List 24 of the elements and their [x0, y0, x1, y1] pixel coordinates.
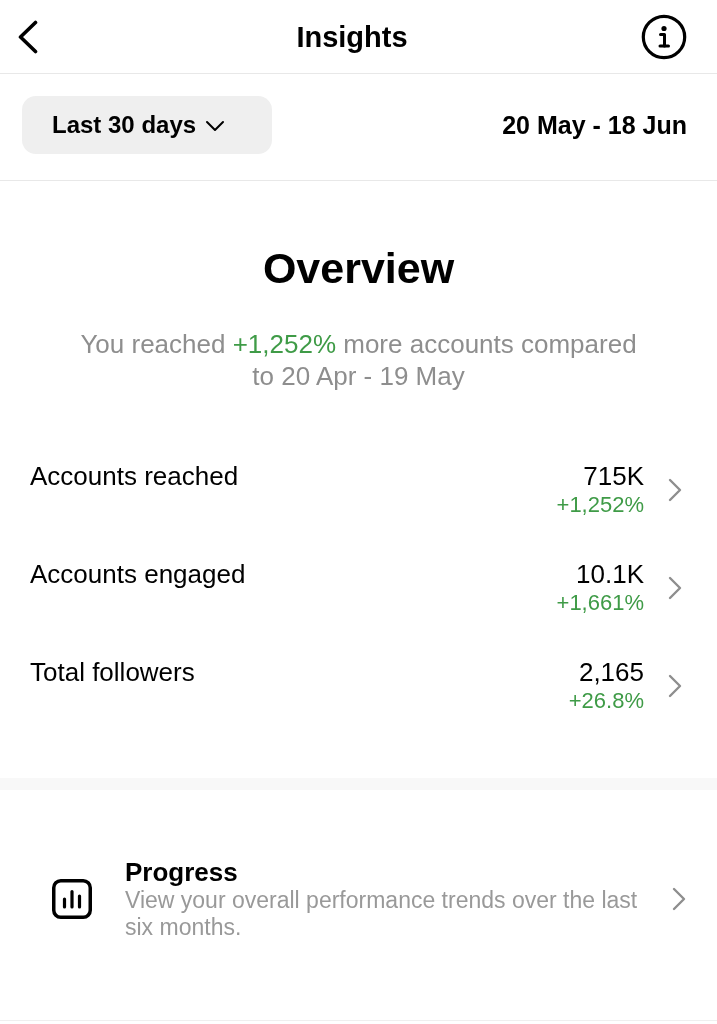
back-icon[interactable]	[17, 19, 39, 54]
link-description: View your overall performance trends over the last six months.	[125, 887, 639, 941]
page-title: Insights	[296, 19, 408, 54]
chevron-right-icon[interactable]	[672, 887, 686, 911]
metric-change: +1,661%	[556, 589, 644, 617]
period-dropdown[interactable]: Last 30 days	[22, 96, 272, 154]
metric-label: Accounts engaged	[30, 559, 247, 589]
section-title: Overview	[261, 243, 456, 294]
metric-label: Accounts reached	[30, 461, 240, 491]
metric-value: 10.1K	[575, 559, 644, 589]
date-range: 20 May - 18 Jun	[502, 110, 687, 140]
link-title[interactable]: Progress	[125, 857, 662, 887]
chevron-right-icon[interactable]	[668, 576, 682, 600]
metric-value: 715K	[582, 461, 644, 491]
caret-down-icon	[205, 120, 226, 132]
metric-label: Total followers	[30, 657, 196, 687]
chevron-right-icon[interactable]	[668, 478, 682, 502]
bar-chart-icon	[52, 879, 92, 919]
info-icon[interactable]	[641, 13, 687, 60]
metric-change: +26.8%	[568, 687, 644, 715]
metric-change: +1,252%	[556, 491, 644, 519]
chevron-right-icon[interactable]	[668, 674, 682, 698]
overview-summary: You reached +1,252% more accounts compared to 20 Apr - 19 May	[79, 328, 638, 392]
metric-value: 2,165	[577, 657, 644, 687]
